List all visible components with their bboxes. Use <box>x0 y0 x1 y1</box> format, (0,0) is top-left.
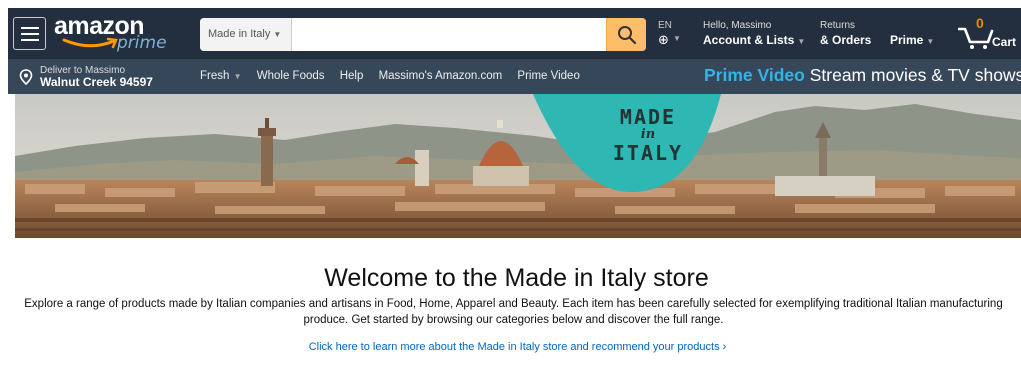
learn-more-link[interactable]: Click here to learn more about the Made … <box>309 341 727 353</box>
subnav-link-fresh[interactable]: Fresh ▼ <box>200 70 242 82</box>
subnav-link-help[interactable]: Help <box>340 70 364 82</box>
deliver-to-location-text: Walnut Creek 94597 <box>40 75 153 89</box>
cart-button[interactable]: 0 Cart <box>958 15 1020 54</box>
subnav-link-prime-video[interactable]: Prime Video <box>517 70 579 82</box>
hamburger-menu-button[interactable] <box>13 17 46 50</box>
prime-video-tagline: Stream movies & TV shows <box>809 65 1021 85</box>
badge-word-italy: ITALY <box>612 141 684 165</box>
orders-label: & Orders <box>820 33 872 47</box>
caret-down-icon: ▼ <box>926 37 935 46</box>
account-lists-label: Account & Lists <box>703 33 795 47</box>
language-selector[interactable]: EN ⊕ ▼ <box>656 20 692 50</box>
menu-line <box>21 27 39 29</box>
menu-line <box>21 39 39 41</box>
florence-skyline-image <box>15 94 1021 238</box>
search-submit-button[interactable] <box>606 18 646 51</box>
returns-orders-link[interactable]: Returns & Orders <box>820 20 880 50</box>
subnav-link-whole-foods[interactable]: Whole Foods <box>257 70 325 82</box>
globe-icon: ⊕ <box>658 32 669 47</box>
returns-label: Returns <box>820 20 856 31</box>
prime-menu[interactable]: Prime ▼ <box>890 32 934 50</box>
search-department-select[interactable]: Made in Italy ▼ <box>200 18 292 51</box>
amazon-prime-logo[interactable]: amazon prime <box>54 11 167 55</box>
location-pin-icon <box>19 69 33 85</box>
made-in-italy-hero-banner[interactable]: MADE in ITALY <box>15 94 1021 238</box>
cart-label: Cart <box>992 35 1017 49</box>
deliver-to-location[interactable]: Deliver to Massimo Walnut Creek 94597 <box>19 64 189 90</box>
caret-down-icon: ▼ <box>797 37 806 46</box>
prime-video-brand: Prime Video <box>704 65 805 85</box>
search-bar: Made in Italy ▼ <box>200 18 646 51</box>
department-label: Made in Italy <box>208 28 271 40</box>
subnav-link-label: Fresh <box>200 70 230 82</box>
made-in-italy-badge: MADE in ITALY <box>598 106 698 164</box>
logo-prime-text: prime <box>117 33 167 53</box>
secondary-navigation-bar: Deliver to Massimo Walnut Creek 94597 Fr… <box>8 59 1021 94</box>
welcome-section: Welcome to the Made in Italy store Explo… <box>0 263 1021 355</box>
caret-down-icon: ▼ <box>231 72 242 81</box>
top-navigation-bar: amazon prime Made in Italy ▼ EN ⊕ ▼ Hello… <box>8 8 1021 59</box>
menu-line <box>21 33 39 35</box>
caret-down-icon: ▼ <box>673 34 681 43</box>
account-greeting: Hello, Massimo <box>703 20 772 31</box>
logo-smile-icon <box>62 37 118 49</box>
caret-down-icon: ▼ <box>273 30 282 39</box>
subnav-link-my-amazon[interactable]: Massimo's Amazon.com <box>379 70 503 82</box>
page-title: Welcome to the Made in Italy store <box>324 264 709 292</box>
search-input[interactable] <box>293 18 601 51</box>
account-lists-menu[interactable]: Hello, Massimo Account & Lists ▼ <box>703 20 813 50</box>
badge-word-in: in <box>640 127 656 142</box>
welcome-description: Explore a range of products made by Ital… <box>24 298 1003 326</box>
language-code: EN <box>658 20 672 31</box>
badge-word-made: MADE <box>619 105 677 129</box>
prime-video-promo-banner[interactable]: Prime Video Stream movies & TV shows <box>704 65 1021 86</box>
search-icon <box>618 26 637 45</box>
prime-menu-label: Prime <box>890 33 924 47</box>
subnav-links: Fresh ▼ Whole Foods Help Massimo's Amazo… <box>200 70 592 82</box>
cart-icon <box>958 27 994 49</box>
